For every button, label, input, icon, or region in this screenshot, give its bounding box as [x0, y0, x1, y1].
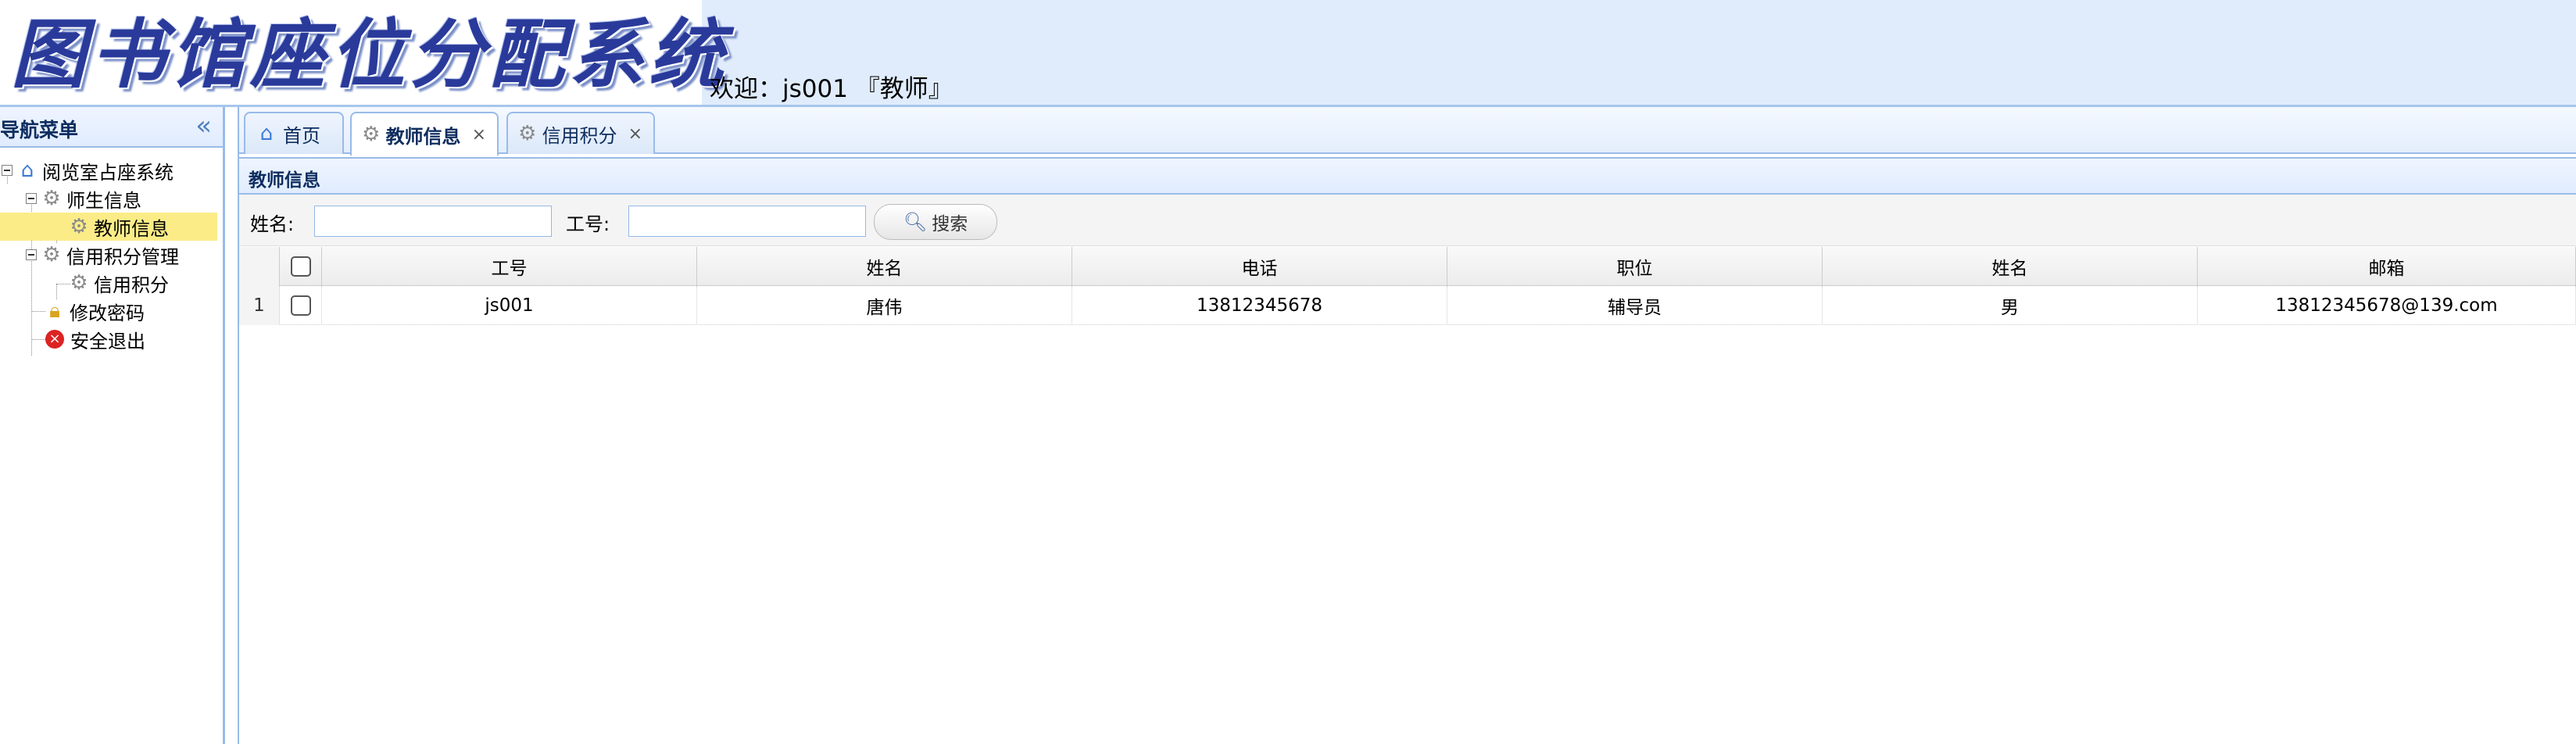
- gear-icon: ⚙: [70, 271, 88, 295]
- main-content: ⌂ 首页 ⚙ 教师信息 × ⚙ 信用积分 × 教师信息 姓名: 工号: 🔍︎ 搜…: [238, 107, 2576, 744]
- table-row[interactable]: 1 js001 唐伟 13812345678 辅导员 男 13812345678…: [239, 286, 2576, 325]
- tree-node-label: 阅览室占座系统: [42, 161, 174, 184]
- app-title: 图书馆座位分配系统: [11, 10, 728, 98]
- cell-name: 唐伟: [697, 286, 1072, 325]
- search-toolbar: 姓名: 工号: 🔍︎ 搜索: [239, 195, 2576, 246]
- cell-gender: 男: [1823, 286, 2198, 325]
- tree-node-safe-exit[interactable]: × 安全退出: [43, 325, 145, 353]
- name-search-input[interactable]: [314, 206, 552, 237]
- tree-node-label: 信用积分: [94, 274, 169, 296]
- row-checkbox[interactable]: [290, 295, 311, 316]
- employee-id-search-input[interactable]: [628, 206, 866, 237]
- gear-icon: ⚙: [70, 215, 88, 238]
- home-icon: ⌂: [20, 159, 34, 182]
- cell-position: 辅导员: [1447, 286, 1823, 325]
- table-header-row: 工号 姓名 电话 职位 姓名 邮箱: [239, 247, 2576, 286]
- tab-bar: ⌂ 首页 ⚙ 教师信息 × ⚙ 信用积分 ×: [239, 107, 2576, 156]
- tree-node-label: 师生信息: [66, 189, 141, 212]
- tree-node-teacher-student-info[interactable]: ⚙ 师生信息: [26, 184, 141, 213]
- select-all-cell: [280, 247, 322, 286]
- rownum-header: [239, 247, 280, 286]
- cell-employee-id: js001: [322, 286, 697, 325]
- navigation-panel: 导航菜单 « ⌂ 阅览室占座系统 ⚙ 师生信息 ⚙ 教师信息 ⚙ 信用积分管理 …: [0, 107, 225, 744]
- cell-phone: 13812345678: [1072, 286, 1447, 325]
- column-header-email[interactable]: 邮箱: [2198, 247, 2576, 286]
- cell-email: 13812345678@139.com: [2198, 286, 2576, 325]
- tab-label: 教师信息: [385, 125, 461, 148]
- column-header-gender[interactable]: 姓名: [1823, 247, 2198, 286]
- tree-node-label: 修改密码: [70, 302, 145, 324]
- welcome-text: 欢迎：js001 『教师』: [710, 75, 953, 103]
- tree-node-credit-mgmt[interactable]: ⚙ 信用积分管理: [26, 241, 179, 269]
- lock-icon: 🔒︎: [49, 299, 60, 323]
- collapse-toggle-icon[interactable]: [26, 249, 37, 260]
- name-label: 姓名:: [250, 213, 295, 235]
- gear-icon: ⚙: [518, 122, 537, 145]
- row-number: 1: [239, 286, 280, 325]
- tab-teacher-info[interactable]: ⚙ 教师信息 ×: [350, 112, 499, 156]
- tree-node-label: 信用积分管理: [66, 245, 179, 268]
- gear-icon: ⚙: [362, 123, 381, 146]
- column-header-position[interactable]: 职位: [1447, 247, 1823, 286]
- column-header-phone[interactable]: 电话: [1072, 247, 1447, 286]
- collapse-toggle-icon[interactable]: [26, 193, 37, 204]
- tab-label: 信用积分: [542, 124, 617, 147]
- tab-credit-points[interactable]: ⚙ 信用积分 ×: [506, 112, 655, 154]
- employee-id-label: 工号:: [566, 213, 610, 235]
- tree-node-teacher-info[interactable]: ⚙ 教师信息: [0, 213, 217, 241]
- navigation-header: 导航菜单 «: [0, 107, 223, 148]
- tree-node-change-password[interactable]: 🔒︎ 修改密码: [43, 297, 145, 325]
- collapse-toggle-icon[interactable]: [2, 165, 13, 176]
- exit-icon: ×: [45, 330, 64, 349]
- navigation-title: 导航菜单: [0, 119, 79, 141]
- tab-home[interactable]: ⌂ 首页: [244, 112, 344, 154]
- row-select-cell: [280, 286, 322, 325]
- search-button[interactable]: 🔍︎ 搜索: [874, 204, 997, 240]
- tab-label: 首页: [283, 124, 320, 147]
- gear-icon: ⚙: [42, 243, 61, 266]
- logo-banner: 图书馆座位分配系统: [0, 0, 724, 105]
- home-icon: ⌂: [259, 122, 274, 145]
- gear-icon: ⚙: [42, 187, 61, 210]
- close-icon[interactable]: ×: [628, 124, 642, 144]
- double-chevron-left-icon[interactable]: «: [195, 110, 212, 141]
- app-header: 图书馆座位分配系统 欢迎：js001 『教师』: [0, 0, 2576, 105]
- select-all-checkbox[interactable]: [290, 256, 311, 277]
- panel-title: 教师信息: [249, 170, 320, 191]
- close-icon[interactable]: ×: [472, 125, 486, 145]
- column-header-employee-id[interactable]: 工号: [322, 247, 697, 286]
- tree-node-label: 教师信息: [94, 217, 169, 240]
- column-header-name[interactable]: 姓名: [697, 247, 1072, 286]
- tree-node-label: 安全退出: [70, 330, 145, 352]
- tree-node-root[interactable]: ⌂ 阅览室占座系统: [2, 156, 174, 184]
- search-icon: 🔍︎: [903, 211, 928, 233]
- panel-header: 教师信息: [239, 157, 2576, 195]
- search-button-label: 搜索: [932, 214, 968, 234]
- tree-node-credit-points[interactable]: ⚙ 信用积分: [67, 269, 169, 297]
